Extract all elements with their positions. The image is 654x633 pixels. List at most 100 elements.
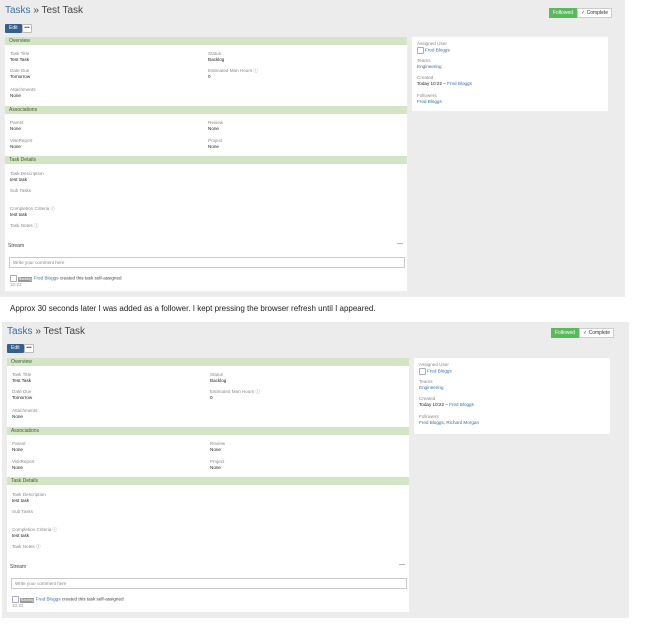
assigned-user-field: Assigned User Fred Bloggs xyxy=(417,41,450,54)
teams-field: Teams Engineering xyxy=(419,379,444,391)
project-field: Project None xyxy=(208,138,222,150)
followed-button[interactable]: Followed xyxy=(551,328,580,338)
comment-input[interactable]: Write your comment here xyxy=(9,257,405,268)
completion-criteria-field: Completion Criteria ⓘ test task xyxy=(12,527,57,539)
complete-button[interactable]: ✓ Complete xyxy=(579,328,614,338)
review-value: None xyxy=(208,126,219,131)
est-hours-value: 0 xyxy=(208,74,211,79)
breadcrumb-separator: » xyxy=(32,326,44,337)
visit-report-value: None xyxy=(10,144,21,149)
followers-field: Followers Fred Bloggs xyxy=(417,93,442,105)
task-notes-field: Task Notes ⓘ xyxy=(12,544,41,550)
task-notes-field: Task Notes ⓘ xyxy=(10,223,39,229)
status-value: Backlog xyxy=(210,378,227,383)
date-due-value: Tomorrow xyxy=(12,395,33,400)
visit-report-field: VisitReport None xyxy=(10,138,32,150)
task-title-field: Task Title Test Task xyxy=(10,51,29,63)
overview-header: Overview xyxy=(5,37,407,45)
stream-user-link[interactable]: Fred Bloggs xyxy=(36,597,61,602)
assigned-user-value[interactable]: Fred Bloggs xyxy=(417,47,450,54)
task-notes-label: Task Notes ⓘ xyxy=(12,544,41,549)
created-field: Created Today 10:22 – Fred Bloggs xyxy=(419,396,474,408)
followers-value[interactable]: Fred Bloggs, Richard Morgan xyxy=(419,420,479,426)
status-badge: Backlog xyxy=(18,276,33,282)
stream-title: Stream xyxy=(10,564,27,570)
completion-criteria-field: Completion Criteria ⓘ test task xyxy=(10,206,55,218)
attachments-field: Attachments None xyxy=(12,408,38,420)
teams-value[interactable]: Engineering xyxy=(419,385,444,391)
task-details-header: Task Details xyxy=(7,477,409,485)
teams-field: Teams Engineering xyxy=(417,58,442,70)
comment-input[interactable]: Write your comment here xyxy=(11,578,407,589)
visit-report-field: VisitReport None xyxy=(12,459,34,471)
more-actions-button[interactable]: ••• xyxy=(24,344,34,353)
screenshot-before: Tasks » Test Task Edit ••• Followed ✓ Co… xyxy=(0,0,625,297)
breadcrumb: Tasks » Test Task xyxy=(5,5,83,16)
review-field: Review None xyxy=(210,441,225,453)
parent-value: None xyxy=(12,447,23,452)
parent-field: Parent None xyxy=(10,120,24,132)
stream-entry: Backlog Fred Bloggs created this task se… xyxy=(12,596,124,609)
breadcrumb-tasks-link[interactable]: Tasks xyxy=(5,5,31,16)
status-value: Backlog xyxy=(208,57,225,62)
project-value: None xyxy=(210,465,221,470)
page-title: Test Task xyxy=(43,326,86,337)
stream-entry: Backlog Fred Bloggs created this task se… xyxy=(10,275,122,288)
stream-title: Stream xyxy=(8,243,25,249)
edit-button[interactable]: Edit xyxy=(7,344,24,353)
breadcrumb: Tasks » Test Task xyxy=(7,326,85,337)
collapse-stream-icon[interactable]: — xyxy=(397,241,403,247)
project-value: None xyxy=(208,144,219,149)
followed-button[interactable]: Followed xyxy=(549,8,578,18)
est-hours-label: Estimated Man Hours ⓘ xyxy=(210,389,261,394)
sub-tasks-label: Sub Tasks xyxy=(12,509,34,514)
stream-user-link[interactable]: Fred Bloggs xyxy=(34,276,59,281)
completion-criteria-value: test task xyxy=(12,533,30,538)
sub-tasks-field: Sub Tasks xyxy=(10,188,31,194)
breadcrumb-tasks-link[interactable]: Tasks xyxy=(7,326,33,337)
visit-report-value: None xyxy=(12,465,23,470)
attachments-value: None xyxy=(10,93,21,98)
overview-header: Overview xyxy=(7,358,409,366)
est-hours-field: Estimated Man Hours ⓘ 0 xyxy=(208,68,258,80)
record-panel: Overview Task Title Test Task Status Backl… xyxy=(7,358,409,612)
status-field: Status Backlog xyxy=(208,51,224,63)
task-notes-label: Task Notes ⓘ xyxy=(10,223,39,228)
more-actions-button[interactable]: ••• xyxy=(22,24,32,33)
stream-time: 10:22 xyxy=(10,282,22,287)
sub-tasks-label: Sub Tasks xyxy=(10,188,32,193)
complete-button[interactable]: ✓ Complete xyxy=(577,8,612,18)
project-field: Project None xyxy=(210,459,224,471)
screenshot-after: Tasks » Test Task Edit ••• Followed ✓ Co… xyxy=(2,322,629,618)
caption-text: Approx 30 seconds later I was added as a… xyxy=(10,304,376,313)
created-field: Created Today 10:22 – Fred Bloggs xyxy=(417,75,472,87)
attachments-value: None xyxy=(12,414,23,419)
user-icon xyxy=(417,47,424,54)
date-due-value: Tomorrow xyxy=(10,74,31,79)
assigned-user-value[interactable]: Fred Bloggs xyxy=(419,368,452,375)
created-value: Today 10:22 – Fred Bloggs xyxy=(419,402,474,407)
task-title-value: Test Task xyxy=(12,378,32,383)
teams-value[interactable]: Engineering xyxy=(417,64,442,70)
side-panel: Assigned User Fred Bloggs Teams Engineerin… xyxy=(412,37,608,111)
task-description-field: Task Description test task xyxy=(12,492,46,504)
side-panel: Assigned User Fred Bloggs Teams Engineerin… xyxy=(414,358,610,434)
parent-field: Parent None xyxy=(12,441,26,453)
attachments-field: Attachments None xyxy=(10,87,36,99)
stream-action-text: created this task self-assigned xyxy=(58,275,122,281)
edit-button[interactable]: Edit xyxy=(5,24,22,33)
status-badge: Backlog xyxy=(20,597,35,603)
est-hours-field: Estimated Man Hours ⓘ 0 xyxy=(210,389,260,401)
completion-criteria-value: test task xyxy=(10,212,28,217)
followers-field: Followers Fred Bloggs, Richard Morgan xyxy=(419,414,479,426)
est-hours-label: Estimated Man Hours ⓘ xyxy=(208,68,259,73)
followers-value[interactable]: Fred Bloggs xyxy=(417,99,442,105)
collapse-stream-icon[interactable]: — xyxy=(399,562,405,568)
user-avatar-icon xyxy=(12,596,19,603)
date-due-field: Date Due Tomorrow xyxy=(10,68,30,80)
record-panel: Overview Task Title Test Task Status Backl… xyxy=(5,37,407,291)
task-title-field: Task Title Test Task xyxy=(12,372,31,384)
associations-header: Associations xyxy=(5,106,407,114)
user-icon xyxy=(419,368,426,375)
date-due-field: Date Due Tomorrow xyxy=(12,389,32,401)
